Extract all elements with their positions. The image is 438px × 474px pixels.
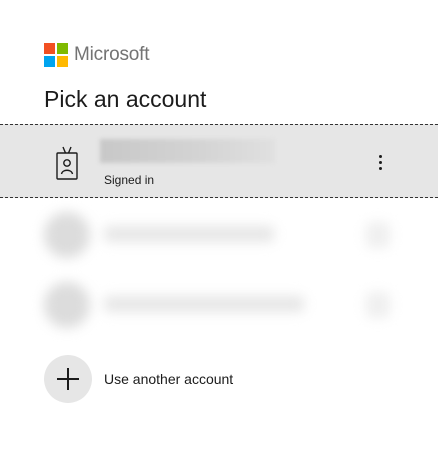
account-label-redacted [104,296,304,312]
account-tile-blurred[interactable] [0,200,438,270]
microsoft-brand: Microsoft [44,43,149,67]
account-picker-page: Microsoft Pick an account Signed in Use … [0,0,438,474]
brand-name: Microsoft [74,44,150,65]
account-tile-selected[interactable]: Signed in [0,124,438,198]
page-title: Pick an account [44,86,207,112]
account-tile-blurred[interactable] [0,270,438,340]
account-status: Signed in [104,173,155,187]
microsoft-logo-icon [44,43,68,67]
avatar [44,212,90,258]
use-another-account-label: Use another account [104,371,234,387]
more-options-button[interactable] [366,222,390,248]
plus-icon [44,355,92,403]
more-options-button[interactable] [366,292,390,318]
account-email-redacted [100,139,275,163]
account-label-redacted [104,226,274,242]
more-options-button[interactable] [368,149,392,175]
use-another-account-button[interactable]: Use another account [0,354,438,404]
more-vertical-icon [378,154,382,158]
badge-icon [56,146,78,180]
avatar [44,282,90,328]
